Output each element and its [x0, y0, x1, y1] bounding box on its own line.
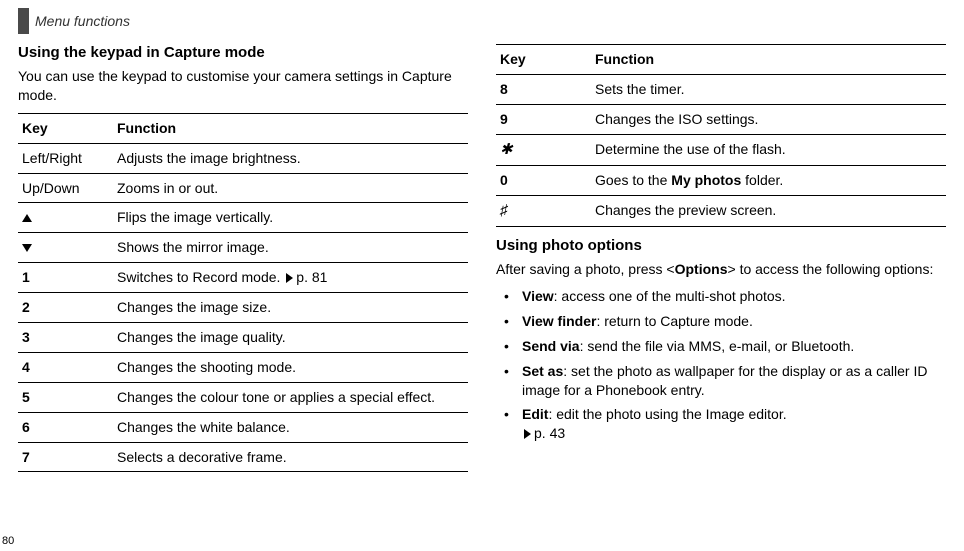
triangle-right-icon: [286, 273, 293, 283]
triangle-down-icon: [22, 244, 32, 252]
table-row: 4 Changes the shooting mode.: [18, 352, 468, 382]
term: Set as: [522, 363, 563, 379]
list-item: View finder: return to Capture mode.: [496, 312, 946, 331]
func-cell: Selects a decorative frame.: [113, 442, 468, 472]
func-cell: Changes the white balance.: [113, 412, 468, 442]
key-cell: 4: [18, 352, 113, 382]
key-cell: [18, 233, 113, 263]
table-row: 9 Changes the ISO settings.: [496, 104, 946, 134]
list-item: View: access one of the multi-shot photo…: [496, 287, 946, 306]
key-cell: 0: [496, 165, 591, 195]
table-row: 6 Changes the white balance.: [18, 412, 468, 442]
left-heading: Using the keypad in Capture mode: [18, 44, 468, 61]
func-cell: Shows the mirror image.: [113, 233, 468, 263]
intro2-pre: After saving a photo, press <: [496, 261, 675, 277]
func-cell: Changes the preview screen.: [591, 195, 946, 226]
func-post: folder.: [741, 172, 783, 188]
list-item: Send via: send the file via MMS, e-mail,…: [496, 337, 946, 356]
page-header: Menu functions: [18, 8, 946, 34]
page-ref: p. 81: [296, 269, 327, 285]
term: Edit: [522, 406, 548, 422]
rest: : return to Capture mode.: [596, 313, 752, 329]
func-cell: Determine the use of the flash.: [591, 134, 946, 165]
table-row: Left/Right Adjusts the image brightness.: [18, 143, 468, 173]
right-key-table: Key Function 8 Sets the timer. 9 Changes…: [496, 44, 946, 227]
key-cell: 9: [496, 104, 591, 134]
key-cell: Up/Down: [18, 173, 113, 203]
table-row: Up/Down Zooms in or out.: [18, 173, 468, 203]
func-cell: Switches to Record mode. p. 81: [113, 263, 468, 293]
list-item: Edit: edit the photo using the Image edi…: [496, 405, 946, 443]
table-row: 1 Switches to Record mode. p. 81: [18, 263, 468, 293]
table-row: Flips the image vertically.: [18, 203, 468, 233]
func-cell: Flips the image vertically.: [113, 203, 468, 233]
table-row: 7 Selects a decorative frame.: [18, 442, 468, 472]
func-cell: Changes the shooting mode.: [113, 352, 468, 382]
left-intro: You can use the keypad to customise your…: [18, 67, 468, 105]
func-cell: Changes the colour tone or applies a spe…: [113, 382, 468, 412]
intro2-post: > to access the following options:: [728, 261, 934, 277]
func-cell: Zooms in or out.: [113, 173, 468, 203]
key-cell: 3: [18, 323, 113, 353]
key-cell-asterisk: ✱: [496, 134, 591, 165]
key-cell: 7: [18, 442, 113, 472]
func-pre: Goes to the: [595, 172, 671, 188]
accent-block-icon: [18, 8, 29, 34]
rest: : set the photo as wallpaper for the dis…: [522, 363, 927, 398]
left-key-table: Key Function Left/Right Adjusts the imag…: [18, 113, 468, 473]
triangle-up-icon: [22, 214, 32, 222]
th-function: Function: [113, 113, 468, 143]
func-cell: Changes the ISO settings.: [591, 104, 946, 134]
key-cell: 8: [496, 74, 591, 104]
key-cell: [18, 203, 113, 233]
func-cell: Adjusts the image brightness.: [113, 143, 468, 173]
right-heading2: Using photo options: [496, 237, 946, 254]
key-cell: 2: [18, 293, 113, 323]
key-cell: 6: [18, 412, 113, 442]
th-function: Function: [591, 45, 946, 75]
rest: : edit the photo using the Image editor.: [548, 406, 786, 422]
th-key: Key: [18, 113, 113, 143]
options-list: View: access one of the multi-shot photo…: [496, 287, 946, 443]
func-cell: Changes the image size.: [113, 293, 468, 323]
term: View: [522, 288, 554, 304]
th-key: Key: [496, 45, 591, 75]
table-row: 2 Changes the image size.: [18, 293, 468, 323]
term: Send via: [522, 338, 580, 354]
intro2-bold: Options: [675, 261, 728, 277]
page-ref: p. 43: [534, 425, 565, 441]
right-column: Key Function 8 Sets the timer. 9 Changes…: [496, 44, 946, 472]
header-title: Menu functions: [35, 13, 130, 29]
triangle-right-icon: [524, 429, 531, 439]
table-row: 5 Changes the colour tone or applies a s…: [18, 382, 468, 412]
key-cell-hash: ♯: [496, 195, 591, 226]
key-cell: 1: [18, 263, 113, 293]
table-row: ✱ Determine the use of the flash.: [496, 134, 946, 165]
table-row: 0 Goes to the My photos folder.: [496, 165, 946, 195]
func-cell: Changes the image quality.: [113, 323, 468, 353]
rest: : send the file via MMS, e-mail, or Blue…: [580, 338, 855, 354]
right-intro2: After saving a photo, press <Options> to…: [496, 260, 946, 279]
func-text: Switches to Record mode.: [117, 269, 280, 285]
list-item: Set as: set the photo as wallpaper for t…: [496, 362, 946, 400]
left-column: Using the keypad in Capture mode You can…: [18, 44, 468, 472]
page-number: 80: [2, 535, 14, 547]
table-row: 8 Sets the timer.: [496, 74, 946, 104]
table-row: ♯ Changes the preview screen.: [496, 195, 946, 226]
func-bold: My photos: [671, 172, 741, 188]
term: View finder: [522, 313, 596, 329]
table-row: Shows the mirror image.: [18, 233, 468, 263]
func-cell: Goes to the My photos folder.: [591, 165, 946, 195]
key-cell: Left/Right: [18, 143, 113, 173]
table-row: 3 Changes the image quality.: [18, 323, 468, 353]
func-cell: Sets the timer.: [591, 74, 946, 104]
rest: : access one of the multi-shot photos.: [554, 288, 786, 304]
key-cell: 5: [18, 382, 113, 412]
